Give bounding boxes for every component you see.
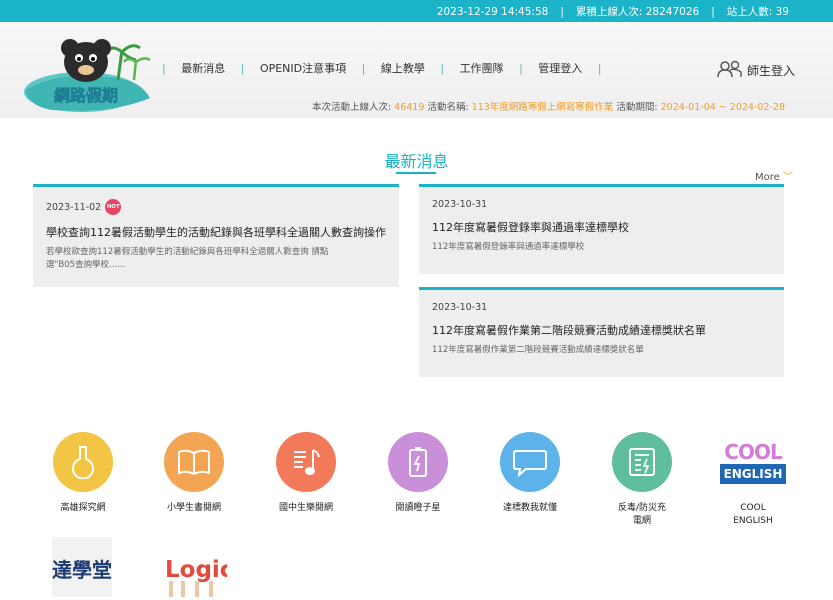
teacher-student-login-button[interactable]: 師生登入: [717, 60, 795, 81]
logo-text: 網路假期: [54, 86, 118, 105]
activity-period-label: 活動期間:: [616, 102, 658, 113]
app-link-reading-star[interactable]: 閱讀瞪子星: [378, 432, 458, 515]
app-label: 達標教我就懂: [502, 503, 557, 513]
more-label: More: [755, 172, 780, 183]
news-title[interactable]: 112年度寫暑假作業第二階段競賽活動成績達標獎狀名單: [432, 322, 771, 338]
music-note-icon: [276, 432, 336, 492]
flask-icon: [53, 432, 113, 492]
activity-name-value: 113年度網路寒假上網寫寒假作業: [471, 102, 614, 113]
app-link-cool-english[interactable]: COOL ENGLISH COOL ENGLISH: [713, 432, 793, 528]
app-label: COOL ENGLISH: [733, 503, 773, 526]
news-description: 112年度寫暑假作業第二階段競賽活動成績達標獎狀名單: [432, 345, 644, 355]
more-link[interactable]: More ﹀: [755, 168, 793, 183]
section-title-latest-news: 最新消息: [384, 152, 449, 171]
nav-item-work-team[interactable]: 工作團隊: [448, 60, 516, 76]
top-status-bar: 2023-12-29 14:45:58 | 累積上線人次: 28247026 | 站上人…: [0, 0, 833, 22]
login-label: 師生登入: [746, 64, 795, 78]
news-card[interactable]: 2023-10-31 112年度寫暑假作業第二階段競賽活動成績達標獎狀名單 11…: [419, 287, 784, 377]
activity-name-label: 活動名稱:: [427, 102, 469, 113]
document-icon: [612, 432, 672, 492]
app-link-elementary-reading[interactable]: 小學生書閱網: [154, 432, 234, 515]
nav-item-admin-login[interactable]: 管理登入: [526, 60, 594, 76]
visits-value: 46419: [394, 102, 425, 113]
app-link-junior-reading[interactable]: 國中生樂閱網: [266, 432, 346, 515]
app-label: 高雄探究網: [60, 503, 106, 513]
cool-english-logo: COOL ENGLISH: [719, 432, 787, 492]
logic-logo[interactable]: Logic: [163, 537, 233, 597]
chat-bubble-icon: [500, 432, 560, 492]
section-title-underline: [396, 172, 436, 174]
activity-period-value: 2024-01-04 ~ 2024-02-28: [660, 102, 785, 113]
app-label: 閱讀瞪子星: [395, 503, 441, 513]
nav-item-online-teaching[interactable]: 線上教學: [369, 60, 437, 76]
news-description: 112年度寫暑假登錄率與通過率達標學校: [432, 242, 585, 252]
app-label: 國中生樂閱網: [278, 503, 333, 513]
nav-item-openid-notice[interactable]: OPENID注意事項: [248, 60, 358, 76]
dah-xue-tang-logo[interactable]: 達學堂: [52, 537, 112, 597]
site-logo[interactable]: 網路假期: [22, 28, 162, 118]
news-description: 若學校欲查詢112暑假活動學生的活動紀錄與各班學科全過關人數查詢 請點選"B05…: [46, 247, 329, 270]
online-count: 站上人數: 39: [726, 6, 789, 18]
news-date: 2023-10-31: [432, 199, 488, 210]
news-title[interactable]: 112年度寫暑假登錄率與通過率達標學校: [432, 219, 771, 235]
app-label: 小學生書閱網: [166, 503, 221, 513]
total-visits: 累積上線人次: 28247026: [575, 6, 700, 18]
main-nav: | 最新消息 | OPENID注意事項 | 線上教學 | 工作團隊 | 管理登入…: [162, 60, 602, 76]
activity-info: 本次活動上線人次: 46419 活動名稱: 113年度網路寒假上網寫寒假作業 活…: [312, 99, 785, 113]
news-date: 2023-11-02: [46, 201, 102, 213]
app-link-anti-drug-disaster[interactable]: 反毒/防災充電網: [602, 432, 682, 528]
site-header: 網路假期 | 最新消息 | OPENID注意事項 | 線上教學 | 工作團隊 |…: [0, 22, 833, 118]
users-icon: [717, 60, 743, 81]
news-date: 2023-10-31: [432, 302, 488, 313]
svg-text:達學堂: 達學堂: [52, 558, 112, 582]
chevron-down-icon: ﹀: [783, 172, 793, 183]
battery-icon: [388, 432, 448, 492]
current-datetime: 2023-12-29 14:45:58: [436, 6, 549, 18]
site-stats: 2023-12-29 14:45:58 | 累積上線人次: 28247026 | 站上人…: [436, 6, 789, 18]
book-icon: [164, 432, 224, 492]
visits-label: 本次活動上線人次:: [311, 102, 392, 113]
app-label: 反毒/防災充電網: [617, 503, 667, 526]
news-card[interactable]: 2023-11-02 HOT 學校查詢112暑假活動學生的活動紀錄與各班學科全過…: [33, 184, 399, 287]
app-link-standard-learning[interactable]: 達標教我就懂: [490, 432, 570, 515]
news-title[interactable]: 學校查詢112暑假活動學生的活動紀錄與各班學科全過關人數查詢操作: [46, 224, 386, 240]
nav-item-latest-news[interactable]: 最新消息: [169, 60, 237, 76]
hot-badge: HOT: [105, 199, 122, 215]
svg-text:Logic: Logic: [165, 557, 227, 583]
app-link-kaohsiung-inquiry[interactable]: 高雄探究網: [43, 432, 123, 515]
news-card[interactable]: 2023-10-31 112年度寫暑假登錄率與通過率達標學校 112年度寫暑假登…: [419, 184, 784, 274]
